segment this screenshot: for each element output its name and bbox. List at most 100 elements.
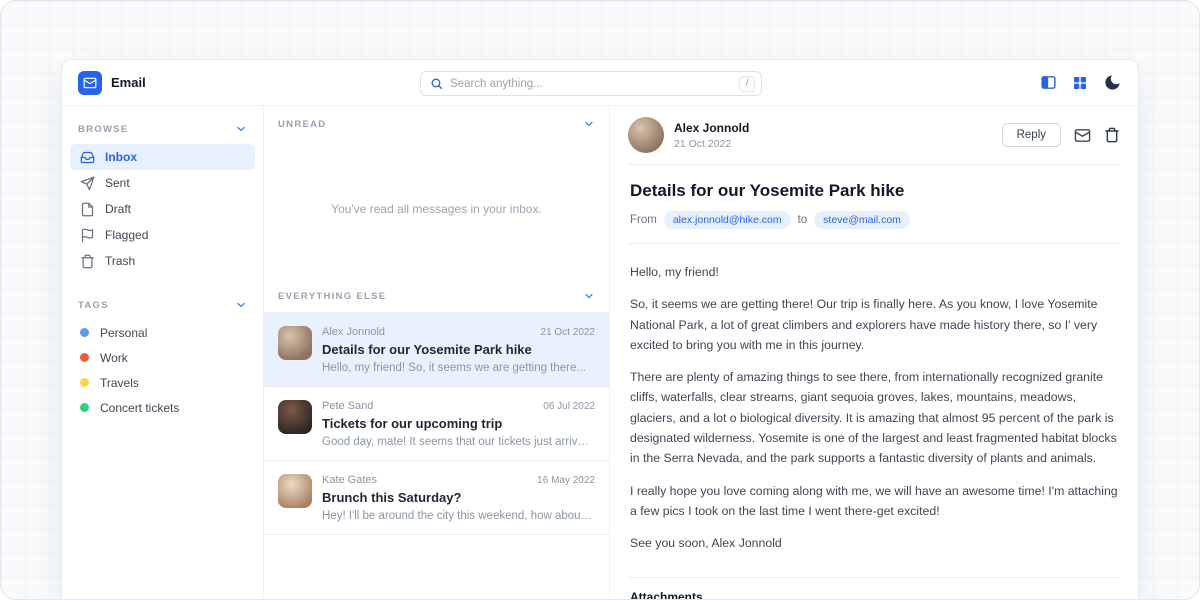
email-paragraph: Hello, my friend! bbox=[630, 262, 1118, 282]
search-shortcut-key: / bbox=[739, 76, 755, 92]
unread-empty-message: You've read all messages in your inbox. bbox=[264, 140, 609, 278]
tag-dot bbox=[80, 353, 89, 362]
header-actions bbox=[1040, 73, 1122, 92]
unread-label: UNREAD bbox=[278, 119, 326, 130]
attachments-label: Attachments bbox=[610, 578, 1138, 599]
tag-label: Work bbox=[100, 351, 128, 365]
brand: Email bbox=[78, 71, 146, 95]
layout-toggle-button[interactable] bbox=[1040, 74, 1057, 91]
email-item-content: Pete Sand 06 Jul 2022 Tickets for our up… bbox=[322, 400, 595, 448]
sidebar-item-label: Draft bbox=[105, 202, 131, 216]
tag-dot bbox=[80, 403, 89, 412]
mail-list-column: UNREAD You've read all messages in your … bbox=[264, 106, 610, 599]
page-background: Email / bbox=[0, 0, 1200, 600]
tag-label: Concert tickets bbox=[100, 401, 179, 415]
sidebar-item-label: Inbox bbox=[105, 150, 137, 164]
sidebar-item-label: Flagged bbox=[105, 228, 148, 242]
from-to-row: From alex.jonnold@hike.com to steve@mail… bbox=[610, 211, 1138, 243]
email-sender: Alex Jonnold bbox=[322, 326, 385, 338]
email-preview: Hey! I'll be around the city this weeken… bbox=[322, 510, 595, 522]
tags-label: TAGS bbox=[78, 300, 109, 311]
tag-item-concert-tickets[interactable]: Concert tickets bbox=[70, 395, 255, 420]
from-email-chip[interactable]: alex.jonnold@hike.com bbox=[664, 211, 791, 229]
tag-item-work[interactable]: Work bbox=[70, 345, 255, 370]
email-list-item-1[interactable]: Alex Jonnold 21 Oct 2022 Details for our… bbox=[264, 313, 609, 387]
email-item-content: Alex Jonnold 21 Oct 2022 Details for our… bbox=[322, 326, 595, 374]
email-preview: Hello, my friend! So, it seems we are ge… bbox=[322, 362, 595, 374]
draft-icon bbox=[80, 202, 95, 217]
browse-section-header[interactable]: BROWSE bbox=[70, 112, 255, 144]
email-subject: Tickets for our upcoming trip bbox=[322, 416, 595, 431]
avatar bbox=[278, 400, 312, 434]
sidebar: BROWSE Inbox Sent bbox=[62, 106, 264, 599]
email-list-item-3[interactable]: Kate Gates 16 May 2022 Brunch this Satur… bbox=[264, 461, 609, 535]
avatar bbox=[278, 474, 312, 508]
tag-item-personal[interactable]: Personal bbox=[70, 320, 255, 345]
email-date: 21 Oct 2022 bbox=[541, 327, 595, 338]
tag-dot bbox=[80, 328, 89, 337]
email-date: 06 Jul 2022 bbox=[543, 401, 595, 412]
email-item-content: Kate Gates 16 May 2022 Brunch this Satur… bbox=[322, 474, 595, 522]
reply-button[interactable]: Reply bbox=[1002, 123, 1061, 147]
sidebar-item-inbox[interactable]: Inbox bbox=[70, 144, 255, 170]
sidebar-item-sent[interactable]: Sent bbox=[70, 170, 255, 196]
tags-section-header[interactable]: TAGS bbox=[70, 288, 255, 320]
dark-mode-toggle-button[interactable] bbox=[1103, 73, 1122, 92]
email-paragraph: See you soon, Alex Jonnold bbox=[630, 533, 1118, 553]
from-label: From bbox=[630, 214, 657, 226]
tag-item-travels[interactable]: Travels bbox=[70, 370, 255, 395]
avatar bbox=[628, 117, 664, 153]
email-paragraph: So, it seems we are getting there! Our t… bbox=[630, 294, 1118, 355]
app-logo-icon bbox=[78, 71, 102, 95]
chevron-down-icon[interactable] bbox=[235, 299, 247, 311]
sidebar-item-trash[interactable]: Trash bbox=[70, 248, 255, 274]
chevron-down-icon[interactable] bbox=[583, 118, 595, 130]
trash-icon bbox=[80, 254, 95, 269]
chevron-down-icon[interactable] bbox=[235, 123, 247, 135]
avatar bbox=[278, 326, 312, 360]
reader-header: Alex Jonnold 21 Oct 2022 Reply bbox=[610, 106, 1138, 164]
grid-view-button[interactable] bbox=[1072, 75, 1088, 91]
email-sender: Kate Gates bbox=[322, 474, 377, 486]
tag-label: Personal bbox=[100, 326, 147, 340]
reader-subject-title: Details for our Yosemite Park hike bbox=[610, 165, 1138, 211]
email-paragraph: I really hope you love coming along with… bbox=[630, 481, 1118, 522]
tag-label: Travels bbox=[100, 376, 139, 390]
app-header: Email / bbox=[62, 60, 1138, 106]
search-box[interactable]: / bbox=[420, 71, 762, 96]
to-label: to bbox=[798, 214, 808, 226]
app-body: BROWSE Inbox Sent bbox=[62, 106, 1138, 599]
email-body: Hello, my friend! So, it seems we are ge… bbox=[610, 244, 1138, 577]
email-preview: Good day, mate! It seems that our ticket… bbox=[322, 436, 595, 448]
mark-unread-button[interactable] bbox=[1074, 127, 1091, 144]
sent-icon bbox=[80, 176, 95, 191]
email-paragraph: There are plenty of amazing things to se… bbox=[630, 367, 1118, 468]
chevron-down-icon[interactable] bbox=[583, 290, 595, 302]
sidebar-item-flagged[interactable]: Flagged bbox=[70, 222, 255, 248]
delete-email-button[interactable] bbox=[1104, 127, 1120, 143]
unread-section-header[interactable]: UNREAD bbox=[264, 106, 609, 140]
email-app-window: Email / bbox=[61, 59, 1139, 599]
email-date: 16 May 2022 bbox=[537, 475, 595, 486]
app-title: Email bbox=[111, 75, 146, 90]
tag-dot bbox=[80, 378, 89, 387]
reader-pane: Alex Jonnold 21 Oct 2022 Reply bbox=[610, 106, 1138, 599]
email-list-item-2[interactable]: Pete Sand 06 Jul 2022 Tickets for our up… bbox=[264, 387, 609, 461]
search-input[interactable] bbox=[450, 78, 732, 90]
search-icon bbox=[430, 77, 443, 90]
everything-else-section-header[interactable]: EVERYTHING ELSE bbox=[264, 278, 609, 312]
reader-sender-name: Alex Jonnold bbox=[674, 121, 749, 135]
sidebar-item-label: Trash bbox=[105, 254, 135, 268]
everything-else-label: EVERYTHING ELSE bbox=[278, 291, 386, 302]
email-subject: Brunch this Saturday? bbox=[322, 490, 595, 505]
browse-label: BROWSE bbox=[78, 124, 129, 135]
reader-actions: Reply bbox=[1002, 123, 1120, 147]
email-sender: Pete Sand bbox=[322, 400, 373, 412]
to-email-chip[interactable]: steve@mail.com bbox=[814, 211, 910, 229]
email-subject: Details for our Yosemite Park hike bbox=[322, 342, 595, 357]
inbox-icon bbox=[80, 150, 95, 165]
sidebar-item-label: Sent bbox=[105, 176, 130, 190]
flag-icon bbox=[80, 228, 95, 243]
sidebar-item-draft[interactable]: Draft bbox=[70, 196, 255, 222]
reader-date: 21 Oct 2022 bbox=[674, 138, 749, 150]
